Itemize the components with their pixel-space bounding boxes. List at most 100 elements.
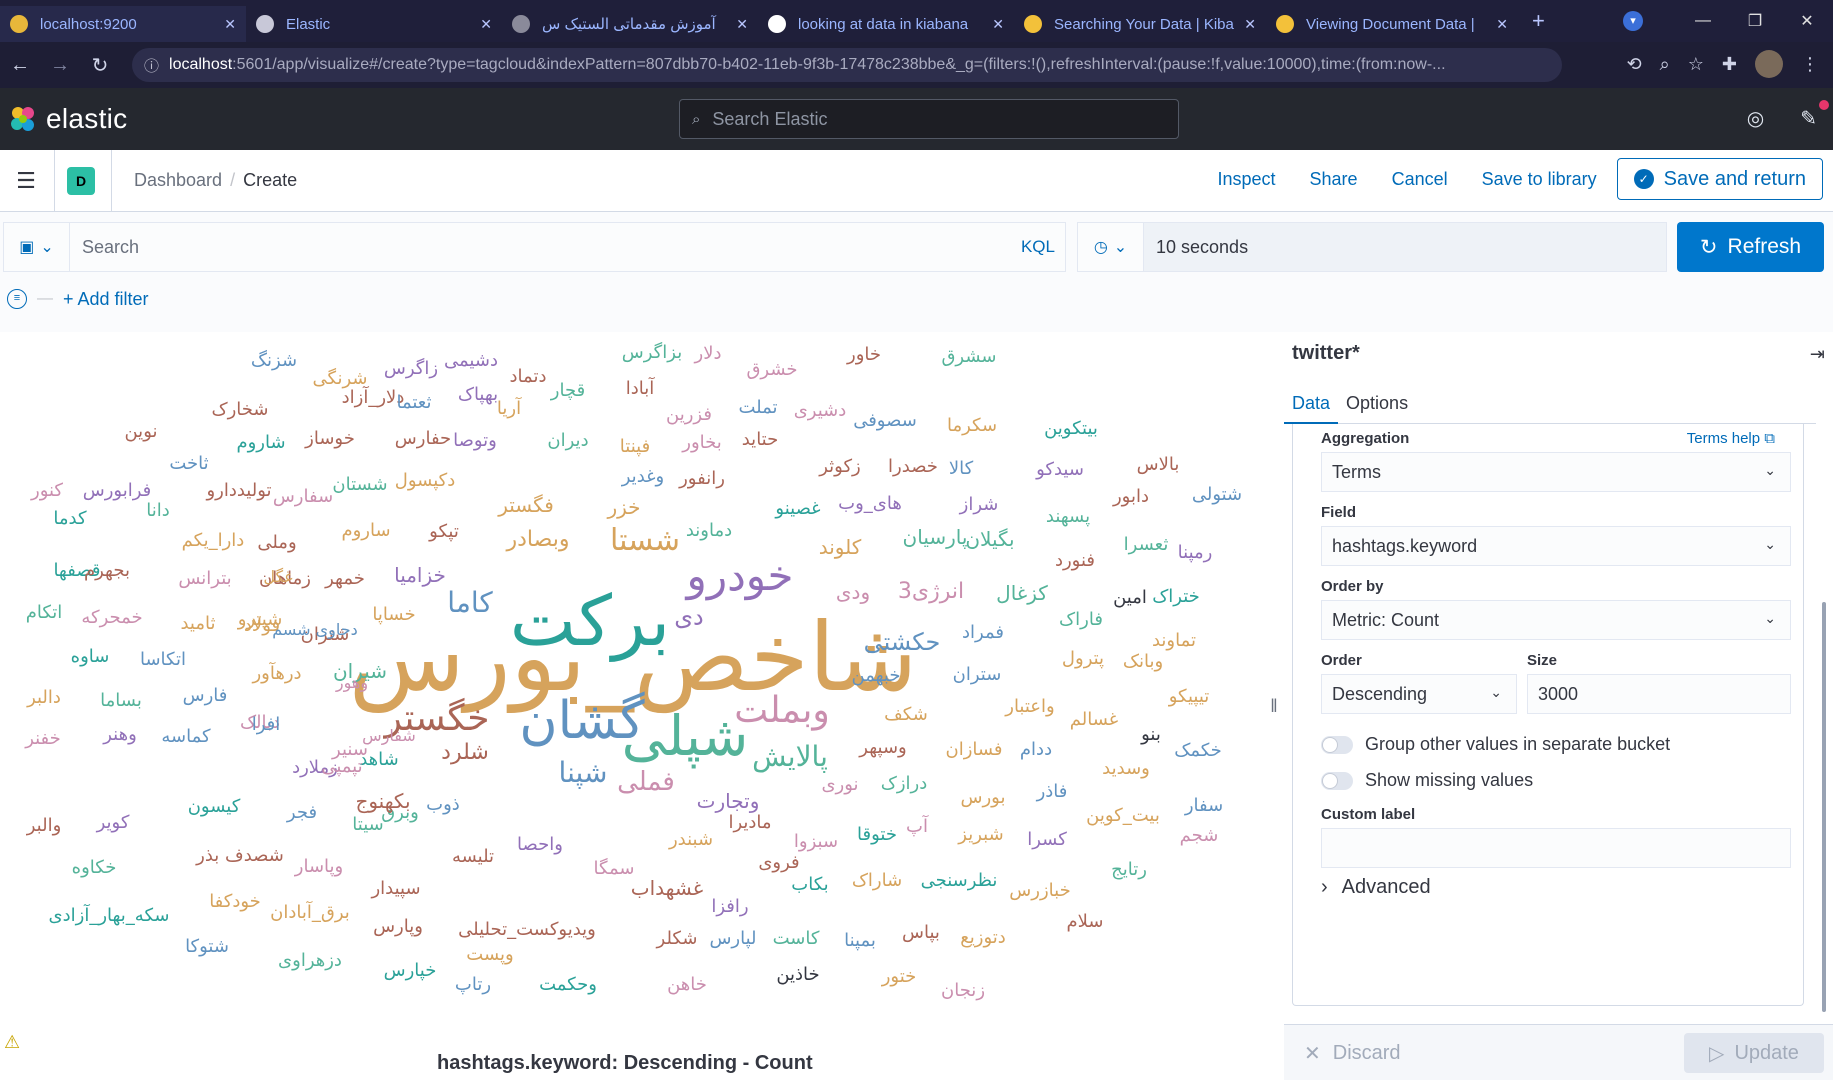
tab-close-icon[interactable]: ✕ bbox=[736, 16, 748, 33]
tag-cloud-word[interactable]: خوساز bbox=[304, 428, 355, 449]
tag-cloud-word[interactable]: دارا_یکم bbox=[182, 530, 245, 551]
tag-cloud-word[interactable]: فنورد bbox=[1055, 550, 1095, 571]
tag-cloud-word[interactable]: حکشتی bbox=[864, 628, 941, 656]
tag-cloud-word[interactable]: ثعسرا bbox=[1124, 534, 1169, 555]
tag-cloud-word[interactable]: کلوند bbox=[819, 535, 862, 559]
tag-cloud-word[interactable]: بالاس bbox=[1137, 454, 1180, 475]
tab-options[interactable]: Options bbox=[1338, 382, 1416, 424]
tag-cloud-word[interactable]: ذوب bbox=[426, 794, 460, 815]
tag-cloud-word[interactable]: وغدیر bbox=[621, 466, 665, 487]
tag-cloud-word[interactable]: شپنا bbox=[559, 756, 608, 789]
tag-cloud-word[interactable]: کاست bbox=[773, 928, 820, 949]
tag-cloud-word[interactable]: انرژی3 bbox=[898, 579, 964, 604]
elastic-logo[interactable]: elastic bbox=[8, 103, 127, 135]
tag-cloud-word[interactable]: آریا bbox=[497, 396, 522, 419]
tag-cloud-word[interactable]: شتوکا bbox=[185, 936, 229, 957]
tag-cloud-word[interactable]: بساما bbox=[100, 690, 142, 711]
browser-tab[interactable]: Searching Your Data | Kiba ✕ bbox=[1014, 6, 1266, 42]
tag-cloud-word[interactable]: خزامیا bbox=[394, 563, 446, 587]
order-select[interactable]: Descending ⌄ bbox=[1321, 674, 1517, 714]
tag-cloud-word[interactable]: وسدید bbox=[1102, 758, 1150, 779]
tag-cloud-word[interactable]: سصوفی bbox=[853, 410, 917, 431]
tag-cloud-word[interactable]: خکاوه bbox=[72, 857, 117, 878]
tag-cloud-word[interactable]: دتوزیع bbox=[960, 927, 1006, 948]
tag-cloud-word[interactable]: حتاید bbox=[742, 429, 779, 450]
tag-cloud-word[interactable]: قچار bbox=[550, 380, 585, 401]
tag-cloud-word[interactable]: تولیددارو bbox=[205, 480, 271, 501]
save-to-library-button[interactable]: Save to library bbox=[1482, 169, 1597, 190]
tag-cloud-word[interactable]: بورس bbox=[961, 787, 1006, 808]
close-window-icon[interactable]: ✕ bbox=[1781, 11, 1833, 31]
cancel-button[interactable]: Cancel bbox=[1392, 169, 1448, 190]
group-other-switch[interactable] bbox=[1321, 735, 1353, 754]
hamburger-menu-icon[interactable]: ☰ bbox=[4, 168, 48, 194]
tag-cloud-word[interactable]: خپارس bbox=[384, 960, 437, 981]
tag-cloud-word[interactable]: خساپا bbox=[372, 604, 415, 625]
tag-cloud-word[interactable]: آپ bbox=[906, 814, 929, 837]
custom-label-input[interactable] bbox=[1321, 828, 1791, 868]
tag-cloud-word[interactable]: شبریز bbox=[957, 824, 1003, 845]
tag-cloud-word[interactable]: کاما bbox=[447, 586, 493, 619]
tag-cloud-word[interactable]: سیدکو bbox=[1035, 459, 1084, 480]
tag-cloud-word[interactable]: فاذر bbox=[1036, 781, 1068, 802]
restore-icon[interactable]: ❐ bbox=[1729, 11, 1781, 31]
tag-cloud-word[interactable]: خزر bbox=[606, 495, 640, 519]
tag-cloud-word[interactable]: دیران bbox=[547, 430, 588, 451]
saved-query-button[interactable]: ▣ ⌄ bbox=[4, 223, 70, 271]
space-avatar[interactable]: D bbox=[67, 166, 95, 195]
tag-cloud-word[interactable]: فپنتا bbox=[620, 436, 650, 457]
tag-cloud-word[interactable]: اتکاسا bbox=[140, 649, 186, 670]
tag-cloud-word[interactable]: سمگا bbox=[594, 857, 635, 879]
tag-cloud-word[interactable]: بیت_کوین bbox=[1086, 805, 1160, 826]
tag-cloud-word[interactable]: سفار bbox=[1184, 795, 1223, 816]
tag-cloud-word[interactable]: ساوه bbox=[71, 646, 110, 667]
tag-cloud-word[interactable]: بمپنا bbox=[844, 930, 876, 951]
tag-cloud-word[interactable]: شکف bbox=[884, 704, 928, 725]
tag-cloud-word[interactable]: شبندر bbox=[668, 829, 713, 850]
global-search-input[interactable]: ⌕ Search Elastic bbox=[679, 99, 1179, 139]
zoom-icon[interactable]: ⌕ bbox=[1660, 54, 1670, 75]
tag-cloud-word[interactable]: اتکام bbox=[26, 602, 63, 623]
quick-time-button[interactable]: ◷ ⌄ bbox=[1078, 223, 1144, 271]
tag-cloud-word[interactable]: دزهراوی bbox=[278, 950, 342, 971]
tag-cloud-word[interactable]: ساروم bbox=[341, 520, 390, 541]
tab-close-icon[interactable]: ✕ bbox=[1244, 16, 1256, 33]
tag-cloud-word[interactable]: بترانس bbox=[178, 568, 231, 589]
browser-tab[interactable]: آموزش مقدماتی الستیک س ✕ bbox=[502, 6, 758, 42]
browser-tab[interactable]: localhost:9200 ✕ bbox=[0, 6, 246, 42]
tag-cloud-word[interactable]: کالا bbox=[949, 458, 974, 479]
translate-icon[interactable]: ⟲ bbox=[1627, 54, 1642, 75]
tag-cloud-word[interactable]: خفنر bbox=[24, 728, 61, 749]
tag-cloud-word[interactable]: امین bbox=[1113, 587, 1147, 608]
tag-cloud-word[interactable]: درازک bbox=[881, 773, 928, 794]
tag-cloud-word[interactable]: کدما bbox=[53, 508, 87, 529]
tag-cloud-word[interactable]: فرابورس bbox=[83, 480, 152, 501]
tag-cloud-word[interactable]: خمحرکه bbox=[81, 607, 142, 628]
url-field[interactable]: ⓘ localhost :5601/app/visualize#/create?… bbox=[132, 48, 1562, 82]
tag-cloud-word[interactable]: بنو bbox=[1140, 724, 1161, 745]
new-tab-button[interactable]: + bbox=[1532, 8, 1545, 34]
tag-cloud-word[interactable]: تیپیکو bbox=[1168, 686, 1210, 707]
tab-close-icon[interactable]: ✕ bbox=[480, 16, 492, 33]
tag-cloud-word[interactable]: واعتبار bbox=[1004, 696, 1054, 717]
tag-cloud-word[interactable]: ثاخت bbox=[169, 453, 208, 474]
tag-cloud-word[interactable]: وهنر bbox=[102, 724, 137, 745]
help-icon[interactable]: ◎ bbox=[1747, 106, 1764, 131]
tag-cloud-word[interactable]: کیسون bbox=[188, 796, 241, 817]
tag-cloud-word[interactable]: کزغال bbox=[996, 581, 1048, 605]
tag-cloud-word[interactable]: شخارک bbox=[212, 399, 269, 420]
tag-cloud-word[interactable]: ختراک bbox=[1152, 586, 1200, 607]
tag-cloud-word[interactable]: خشرق bbox=[746, 359, 797, 380]
minimize-icon[interactable]: — bbox=[1677, 12, 1729, 30]
tag-cloud-word[interactable]: سفارس bbox=[273, 486, 333, 507]
tag-cloud-word[interactable]: ویدیوکست_تحلیلی bbox=[458, 919, 596, 940]
collapse-sidebar-icon[interactable]: ⇥ bbox=[1810, 344, 1825, 365]
tag-cloud-word[interactable]: تپمپی bbox=[321, 756, 362, 777]
tag-cloud-word[interactable]: شجم bbox=[1180, 825, 1219, 846]
tag-cloud-word[interactable]: رانفور bbox=[678, 468, 725, 489]
tag-cloud-word[interactable]: سکرما bbox=[947, 415, 997, 436]
tag-cloud-word[interactable]: ختور bbox=[881, 966, 917, 987]
inspect-button[interactable]: Inspect bbox=[1217, 169, 1275, 190]
tag-cloud-word[interactable]: وپست bbox=[466, 944, 513, 965]
tag-cloud-word[interactable]: سیتا bbox=[352, 814, 383, 835]
